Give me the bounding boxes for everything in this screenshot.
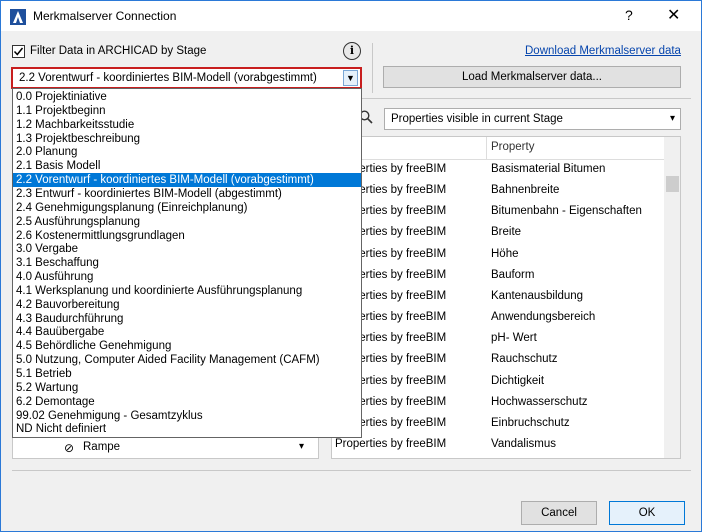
stage-option[interactable]: 2.2 Vorentwurf - koordiniertes BIM-Model… <box>13 173 361 188</box>
dialog-window: Merkmalserver Connection ? ✕ Filter Data… <box>0 0 702 532</box>
table-row[interactable]: Properties by freeBIM Rauchschutz <box>332 350 664 371</box>
stage-option[interactable]: 1.2 Machbarkeitsstudie <box>13 118 361 132</box>
cell-group: Properties by freeBIM <box>335 437 447 450</box>
stage-option[interactable]: 5.1 Betrieb <box>13 367 361 381</box>
table-row[interactable]: Properties by freeBIM Kantenausbildung <box>332 287 664 308</box>
stage-option[interactable]: 99.02 Genehmigung - Gesamtzyklus <box>13 409 361 423</box>
stage-option[interactable]: 2.3 Entwurf - koordiniertes BIM-Modell (… <box>13 187 361 201</box>
table-row[interactable]: Properties by freeBIM Einbruchschutz <box>332 414 664 435</box>
scrollbar-thumb[interactable] <box>666 176 679 192</box>
stage-option[interactable]: 4.0 Ausführung <box>13 270 361 284</box>
footer-divider <box>12 470 691 471</box>
cancel-button[interactable]: Cancel <box>521 501 597 525</box>
filter-by-stage-checkbox[interactable] <box>12 45 25 58</box>
table-row[interactable]: Properties by freeBIM Höhe <box>332 245 664 266</box>
stage-select-value: 2.2 Vorentwurf - koordiniertes BIM-Model… <box>19 72 317 84</box>
table-row[interactable]: Properties by freeBIM pH- Wert <box>332 329 664 350</box>
checkmark-icon <box>13 47 24 56</box>
stage-option[interactable]: 4.5 Behördliche Genehmigung <box>13 339 361 353</box>
stage-option[interactable]: 1.1 Projektbeginn <box>13 104 361 118</box>
table-row[interactable]: Properties by freeBIM Bahnenbreite <box>332 181 664 202</box>
stage-option[interactable]: 2.4 Genehmigungsplanung (Einreichplanung… <box>13 201 361 215</box>
cell-property: Bahnenbreite <box>491 184 560 197</box>
cell-property: Vandalismus <box>491 437 556 450</box>
vertical-divider <box>372 43 373 93</box>
stage-option[interactable]: 2.0 Planung <box>13 145 361 159</box>
stage-option[interactable]: 5.2 Wartung <box>13 381 361 395</box>
table-row[interactable]: Properties by freeBIM Bitumenbahn - Eigen… <box>332 202 664 223</box>
title-bar[interactable]: Merkmalserver Connection ? ✕ <box>1 1 701 31</box>
table-row[interactable]: Properties by freeBIM Basismaterial Bitum… <box>332 160 664 181</box>
archicad-app-icon <box>10 9 26 25</box>
stage-select[interactable]: 2.2 Vorentwurf - koordiniertes BIM-Model… <box>11 67 362 89</box>
properties-table[interactable]: p Property Properties by freeBIMBasismat… <box>331 136 681 459</box>
cell-property: Höhe <box>491 247 519 260</box>
tree-item-label[interactable]: Rampe <box>83 441 120 453</box>
cell-property: Bauform <box>491 268 535 281</box>
load-merkmalserver-button[interactable]: Load Merkmalserver data... <box>383 66 681 88</box>
stage-option[interactable]: 6.2 Demontage <box>13 395 361 409</box>
stage-option[interactable]: ND Nicht definiert <box>13 422 361 436</box>
property-visibility-value: Properties visible in current Stage <box>391 113 563 125</box>
stage-option[interactable]: 3.1 Beschaffung <box>13 256 361 270</box>
stage-option[interactable]: 5.0 Nutzung, Computer Aided Facility Man… <box>13 353 361 367</box>
column-header-property[interactable]: Property <box>491 141 534 153</box>
table-row[interactable]: Properties by freeBIM Breite <box>332 223 664 244</box>
table-row[interactable]: Properties by freeBIM Bauform <box>332 266 664 287</box>
info-icon[interactable]: i <box>343 42 361 60</box>
cell-property: Kantenausbildung <box>491 289 584 302</box>
column-divider[interactable] <box>486 137 487 159</box>
help-icon[interactable]: ? <box>625 7 633 23</box>
stage-option[interactable]: 4.2 Bauvorbereitung <box>13 298 361 312</box>
cell-property: Dichtigkeit <box>491 374 545 387</box>
table-row[interactable]: Properties by freeBIM Hochwasserschutz <box>332 393 664 414</box>
table-row[interactable]: Properties by freeBIM Anwendungsbereich <box>332 308 664 329</box>
chevron-down-icon[interactable]: ▾ <box>670 109 675 129</box>
cell-property: Hochwasserschutz <box>491 395 588 408</box>
stage-option[interactable]: 2.5 Ausführungsplanung <box>13 215 361 229</box>
chevron-down-icon[interactable]: ▼ <box>343 70 358 86</box>
stage-option[interactable]: 4.1 Werksplanung und koordinierte Ausfüh… <box>13 284 361 298</box>
property-visibility-select[interactable]: Properties visible in current Stage ▾ <box>384 108 681 130</box>
stage-option[interactable]: 4.3 Baudurchführung <box>13 312 361 326</box>
table-row[interactable]: Properties by freeBIM Vandalismus <box>332 435 664 456</box>
cell-property: Basismaterial Bitumen <box>491 163 606 175</box>
chevron-down-icon[interactable]: ▾ <box>299 441 304 452</box>
stage-option[interactable]: 1.3 Projektbeschreibung <box>13 132 361 146</box>
cell-property: pH- Wert <box>491 332 537 345</box>
ramp-icon: ⊘ <box>64 441 75 455</box>
cell-property: Einbruchschutz <box>491 416 570 429</box>
stage-option[interactable]: 0.0 Projektiniative <box>13 90 361 104</box>
vertical-scrollbar[interactable] <box>664 137 680 458</box>
stage-option[interactable]: 4.4 Bauübergabe <box>13 325 361 339</box>
cell-property: Bitumenbahn - Eigenschaften <box>491 205 642 218</box>
stage-dropdown-list[interactable]: 0.0 Projektiniative 1.1 Projektbeginn 1.2 … <box>12 88 362 438</box>
window-title: Merkmalserver Connection <box>33 9 177 23</box>
stage-option[interactable]: 2.6 Kostenermittlungsgrundlagen <box>13 229 361 243</box>
ok-button[interactable]: OK <box>609 501 685 525</box>
stage-option[interactable]: 3.0 Vergabe <box>13 242 361 256</box>
close-icon[interactable]: ✕ <box>667 5 680 25</box>
cell-property: Anwendungsbereich <box>491 311 596 324</box>
cell-property: Breite <box>491 226 522 239</box>
stage-option[interactable]: 2.1 Basis Modell <box>13 159 361 173</box>
filter-by-stage-label[interactable]: Filter Data in ARCHICAD by Stage <box>30 45 206 57</box>
cell-property: Rauchschutz <box>491 353 558 366</box>
download-merkmalserver-link[interactable]: Download Merkmalserver data <box>525 45 681 57</box>
table-row[interactable]: Properties by freeBIM Dichtigkeit <box>332 372 664 393</box>
